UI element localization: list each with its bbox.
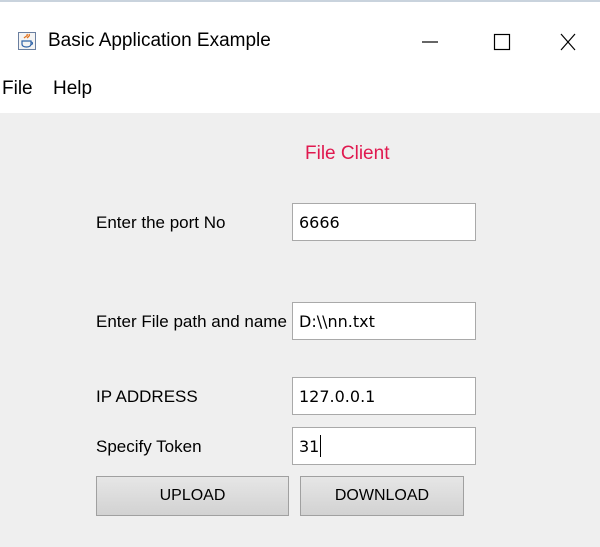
close-icon bbox=[560, 33, 576, 51]
form-heading: File Client bbox=[305, 143, 390, 164]
close-button[interactable] bbox=[538, 18, 598, 66]
ip-label: IP ADDRESS bbox=[96, 387, 198, 406]
filepath-value: D:\\nn.txt bbox=[299, 311, 375, 331]
token-label: Specify Token bbox=[96, 437, 202, 456]
port-input[interactable]: 6666 bbox=[292, 203, 476, 241]
port-value: 6666 bbox=[299, 212, 340, 232]
download-button[interactable]: DOWNLOAD bbox=[300, 476, 464, 516]
maximize-icon bbox=[493, 33, 511, 51]
minimize-button[interactable] bbox=[400, 18, 460, 66]
filepath-label: Enter File path and name bbox=[96, 312, 287, 331]
token-value: 31 bbox=[299, 436, 320, 456]
upload-button[interactable]: UPLOAD bbox=[96, 476, 289, 516]
maximize-button[interactable] bbox=[472, 18, 532, 66]
port-label: Enter the port No bbox=[96, 213, 226, 232]
filepath-input[interactable]: D:\\nn.txt bbox=[292, 302, 476, 340]
menu-bar: File Help bbox=[0, 72, 600, 112]
menu-help[interactable]: Help bbox=[53, 78, 92, 100]
application-window: Basic Application Example File Help File… bbox=[0, 0, 600, 547]
menu-file[interactable]: File bbox=[2, 78, 33, 100]
minimize-icon bbox=[422, 41, 438, 43]
title-bar: Basic Application Example bbox=[0, 0, 600, 72]
java-icon bbox=[18, 32, 36, 50]
ip-value: 127.0.0.1 bbox=[299, 386, 376, 406]
text-caret bbox=[320, 435, 322, 457]
form-panel: File Client Enter the port No 6666 Enter… bbox=[0, 113, 600, 547]
ip-input[interactable]: 127.0.0.1 bbox=[292, 377, 476, 415]
token-input[interactable]: 31 bbox=[292, 427, 476, 465]
window-title: Basic Application Example bbox=[48, 30, 271, 51]
